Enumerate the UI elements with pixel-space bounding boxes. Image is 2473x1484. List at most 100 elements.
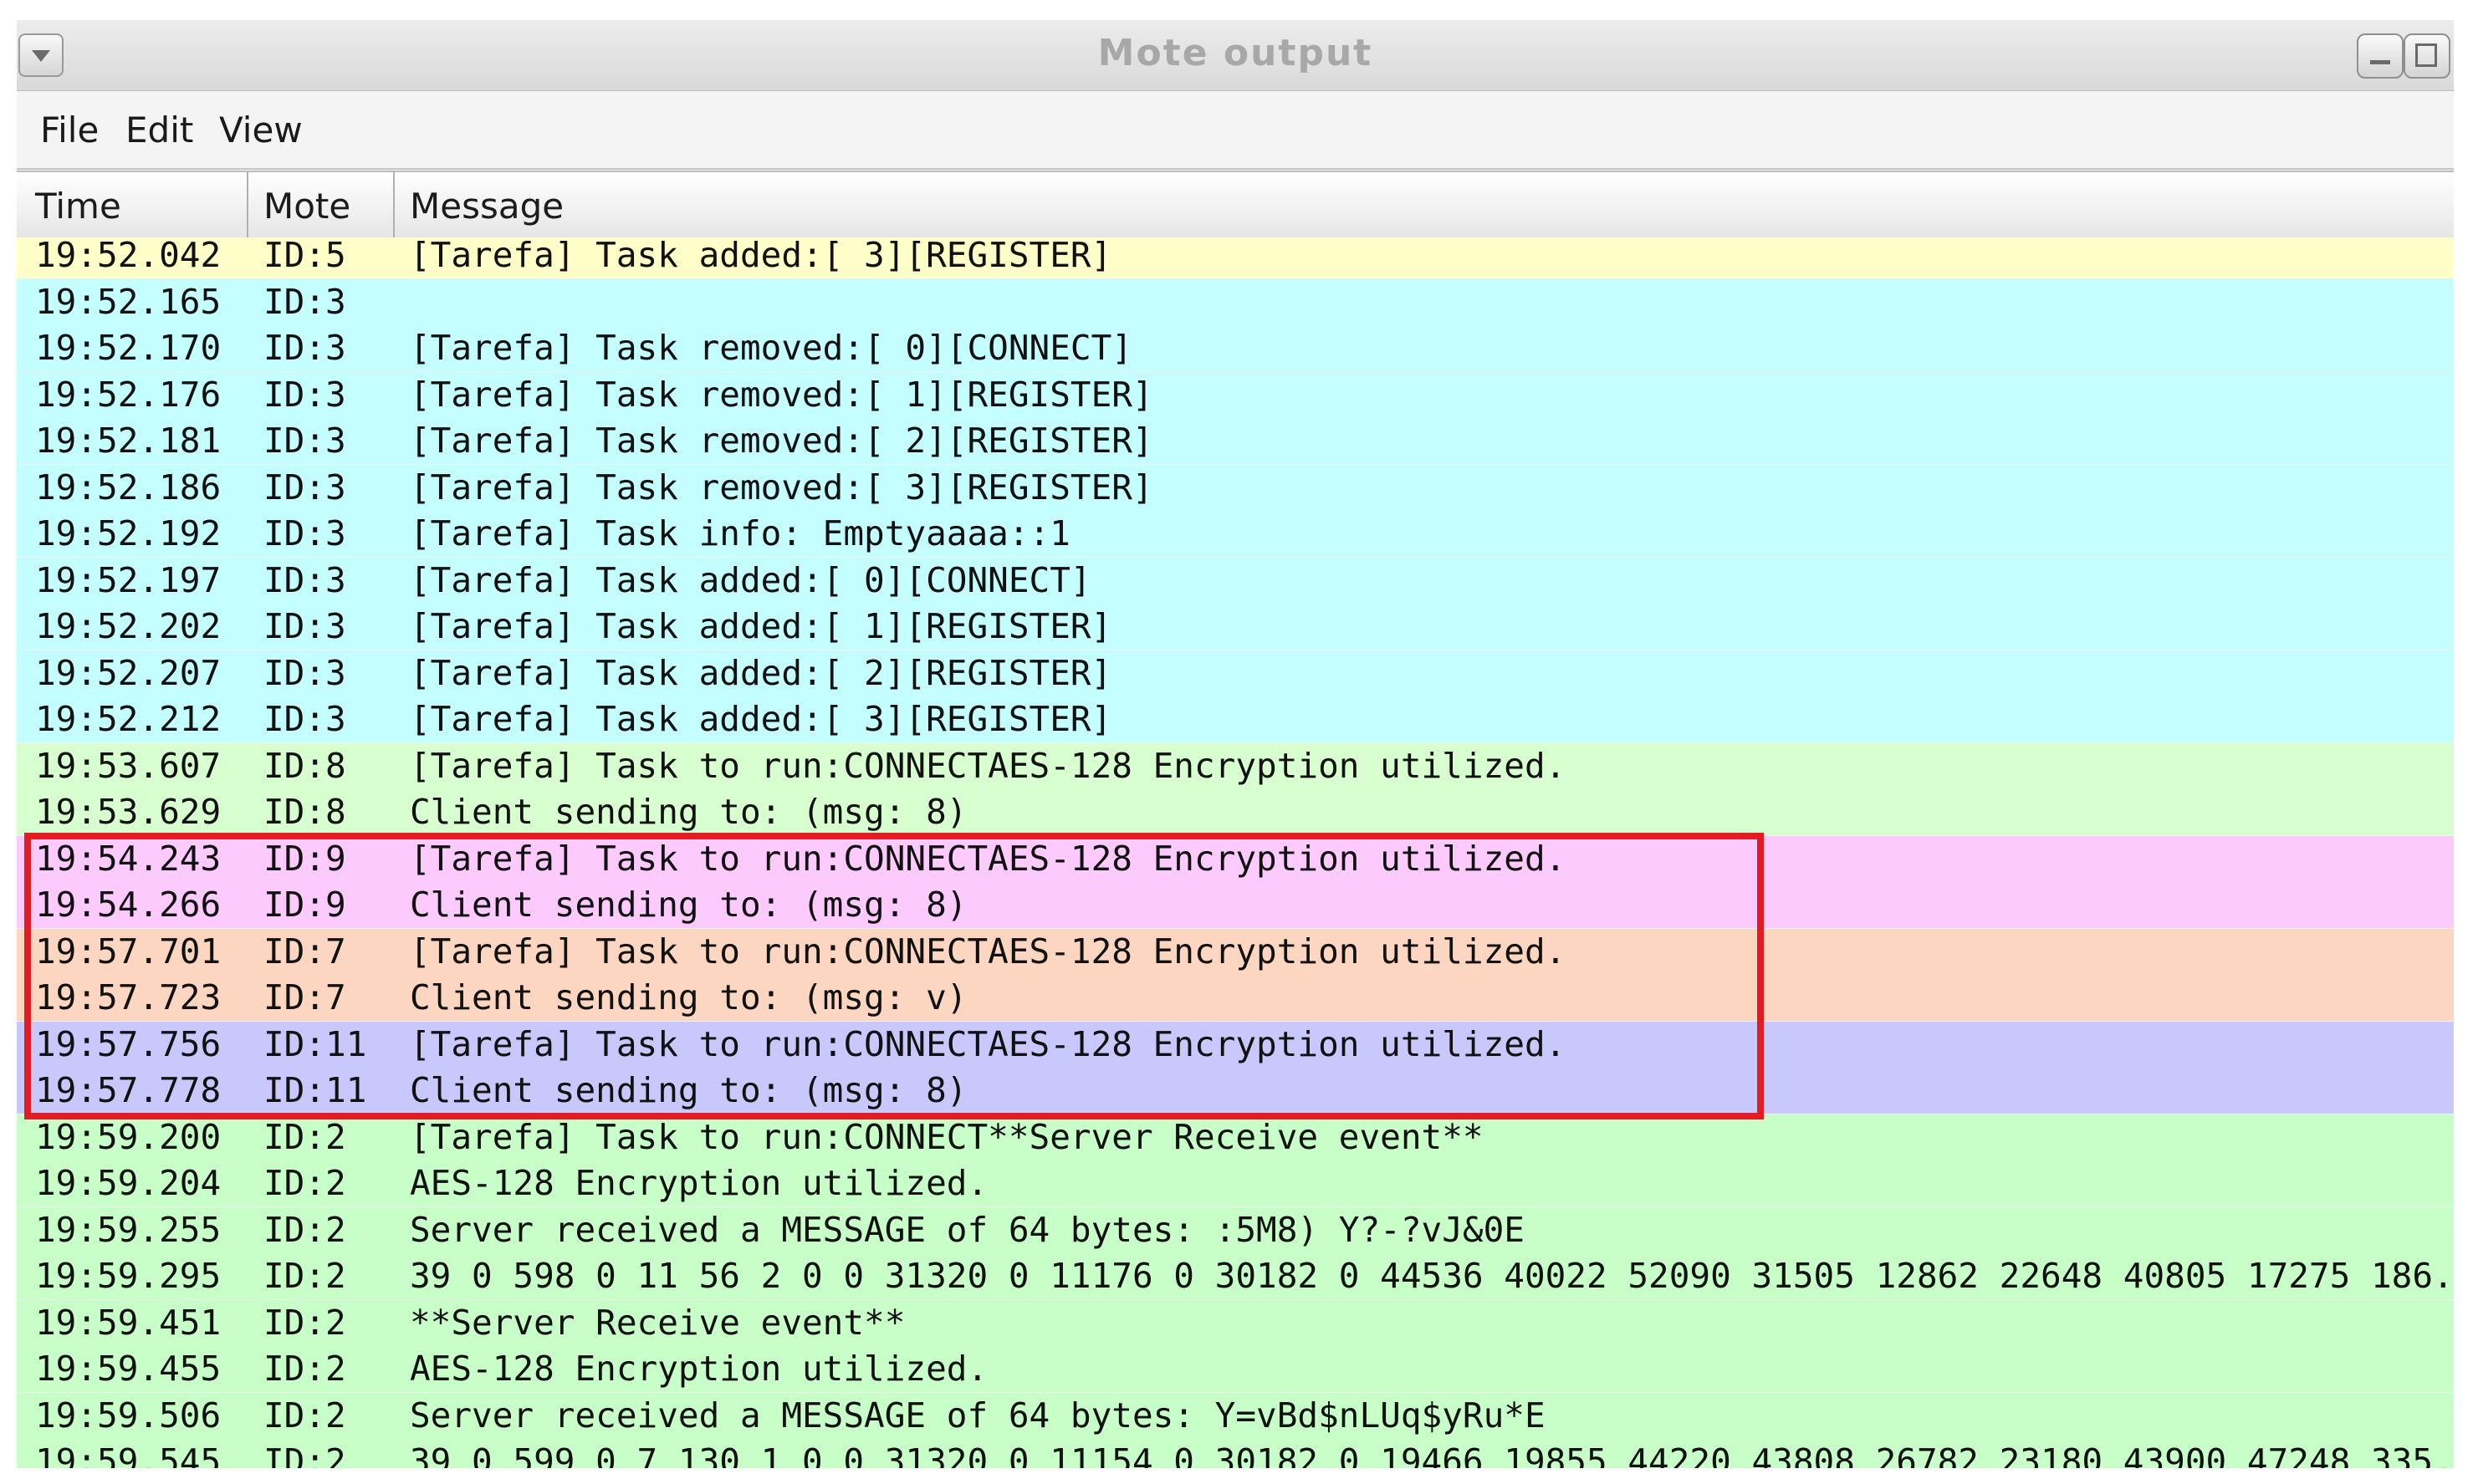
row-time: 19:59.451 <box>35 1302 222 1343</box>
table-row[interactable]: 19:52.170 ID:3 [Tarefa] Task removed:[ 0][… <box>17 325 2454 371</box>
menu-edit[interactable]: Edit <box>125 110 193 150</box>
row-message: [Tarefa] Task removed:[ 3][REGISTER] <box>410 467 1153 507</box>
row-message: [Tarefa] Task removed:[ 1][REGISTER] <box>410 374 1153 415</box>
table-row[interactable]: 19:52.192 ID:3 [Tarefa] Task info: Emptyaa… <box>17 511 2454 557</box>
row-message: AES-128 Encryption utilized. <box>410 1163 989 1203</box>
row-mote: ID:3 <box>263 513 346 553</box>
row-message: [Tarefa] Task info: Emptyaaaa::1 <box>410 513 1070 553</box>
table-row[interactable]: 19:52.197 ID:3 [Tarefa] Task added:[ 0][CO… <box>17 557 2454 604</box>
row-message: 39 0 598 0 11 56 2 0 0 31320 0 11176 0 3… <box>410 1256 2454 1296</box>
row-mote: ID:7 <box>263 931 346 971</box>
table-row[interactable]: 19:57.778 ID:11 Client sending to: (msg: 8… <box>17 1068 2454 1114</box>
table-row[interactable]: 19:52.202 ID:3 [Tarefa] Task added:[ 1][RE… <box>17 604 2454 650</box>
row-mote: ID:9 <box>263 838 346 879</box>
row-mote: ID:3 <box>263 699 346 739</box>
row-time: 19:52.042 <box>35 237 222 275</box>
table-row[interactable]: 19:54.243 ID:9 [Tarefa] Task to run:CONNEC… <box>17 835 2454 882</box>
minimize-button[interactable] <box>2357 33 2404 79</box>
row-message: Client sending to: (msg: 8) <box>410 1070 968 1110</box>
row-time: 19:52.165 <box>35 281 222 322</box>
row-mote: ID:2 <box>263 1256 346 1296</box>
table-row[interactable]: 19:59.204 ID:2 AES-128 Encryption utilized… <box>17 1160 2454 1206</box>
row-message: [Tarefa] Task added:[ 3][REGISTER] <box>410 237 1112 275</box>
table-row[interactable]: 19:59.255 ID:2 Server received a MESSAGE o… <box>17 1206 2454 1253</box>
row-mote: ID:9 <box>263 885 346 925</box>
table-row[interactable]: 19:52.042 ID:5 [Tarefa] Task added:[ 3][RE… <box>17 237 2454 278</box>
row-time: 19:52.192 <box>35 513 222 553</box>
table-row[interactable]: 19:53.607 ID:8 [Tarefa] Task to run:CONNEC… <box>17 742 2454 789</box>
row-mote: ID:2 <box>263 1302 346 1343</box>
table-row[interactable]: 19:59.200 ID:2 [Tarefa] Task to run:CONNEC… <box>17 1114 2454 1160</box>
row-mote: ID:2 <box>263 1209 346 1250</box>
row-mote: ID:2 <box>263 1441 346 1468</box>
row-time: 19:52.202 <box>35 606 222 646</box>
row-mote: ID:11 <box>263 1023 367 1064</box>
row-message: [Tarefa] Task to run:CONNECTAES-128 Encr… <box>410 1023 1566 1064</box>
table-row[interactable]: 19:52.181 ID:3 [Tarefa] Task removed:[ 2][… <box>17 418 2454 464</box>
minimize-icon <box>2370 60 2390 64</box>
table-row[interactable]: 19:59.295 ID:2 39 0 598 0 11 56 2 0 0 3132… <box>17 1253 2454 1299</box>
row-mote: ID:8 <box>263 792 346 832</box>
table-row[interactable]: 19:54.266 ID:9 Client sending to: (msg: 8) <box>17 882 2454 928</box>
column-header-mote[interactable]: Mote <box>263 186 350 227</box>
row-time: 19:52.197 <box>35 559 222 600</box>
row-time: 19:53.607 <box>35 745 222 786</box>
row-message: Client sending to: (msg: 8) <box>410 885 968 925</box>
table-row[interactable]: 19:52.165 ID:3 <box>17 278 2454 325</box>
row-mote: ID:2 <box>263 1163 346 1203</box>
table-row[interactable]: 19:59.451 ID:2 **Server Receive event** <box>17 1299 2454 1346</box>
window-title: Mote output <box>1097 32 1373 74</box>
mote-output-window: Mote output File Edit View Time Mote Mes… <box>17 20 2454 1468</box>
row-message: [Tarefa] Task removed:[ 2][REGISTER] <box>410 421 1153 461</box>
row-message: [Tarefa] Task removed:[ 0][CONNECT] <box>410 328 1132 368</box>
row-time: 19:57.778 <box>35 1070 222 1110</box>
row-message: [Tarefa] Task to run:CONNECTAES-128 Encr… <box>410 931 1566 971</box>
row-message: [Tarefa] Task added:[ 3][REGISTER] <box>410 699 1112 739</box>
table-row[interactable]: 19:59.455 ID:2 AES-128 Encryption utilized… <box>17 1346 2454 1392</box>
row-mote: ID:11 <box>263 1070 367 1110</box>
table-row[interactable]: 19:59.545 ID:2 39 0 599 0 7 130 1 0 0 3132… <box>17 1439 2454 1468</box>
title-bar[interactable]: Mote output <box>17 20 2454 91</box>
table-row[interactable]: 19:57.723 ID:7 Client sending to: (msg: v) <box>17 975 2454 1021</box>
column-divider[interactable] <box>247 172 248 237</box>
row-message: AES-128 Encryption utilized. <box>410 1349 989 1389</box>
log-table-body[interactable]: 19:52.042 ID:5 [Tarefa] Task added:[ 3][RE… <box>17 237 2454 1468</box>
table-header: Time Mote Message <box>17 171 2454 239</box>
row-time: 19:54.266 <box>35 885 222 925</box>
row-time: 19:53.629 <box>35 792 222 832</box>
table-row[interactable]: 19:52.186 ID:3 [Tarefa] Task removed:[ 3][… <box>17 464 2454 511</box>
row-time: 19:59.204 <box>35 1163 222 1203</box>
menu-bar: File Edit View <box>17 91 2454 170</box>
row-mote: ID:3 <box>263 467 346 507</box>
column-header-message[interactable]: Message <box>410 186 564 227</box>
table-row[interactable]: 19:57.701 ID:7 [Tarefa] Task to run:CONNEC… <box>17 928 2454 975</box>
maximize-icon <box>2415 43 2437 67</box>
row-mote: ID:3 <box>263 559 346 600</box>
row-mote: ID:7 <box>263 977 346 1017</box>
row-time: 19:52.207 <box>35 652 222 693</box>
table-row[interactable]: 19:57.756 ID:11 [Tarefa] Task to run:CONNE… <box>17 1021 2454 1068</box>
row-message: [Tarefa] Task added:[ 2][REGISTER] <box>410 652 1112 693</box>
table-row[interactable]: 19:53.629 ID:8 Client sending to: (msg: 8) <box>17 789 2454 835</box>
table-row[interactable]: 19:59.506 ID:2 Server received a MESSAGE o… <box>17 1392 2454 1439</box>
table-row[interactable]: 19:52.176 ID:3 [Tarefa] Task removed:[ 1][… <box>17 371 2454 418</box>
row-message: [Tarefa] Task to run:CONNECTAES-128 Encr… <box>410 838 1566 879</box>
row-message: [Tarefa] Task to run:CONNECT**Server Rec… <box>410 1116 1484 1157</box>
maximize-button[interactable] <box>2404 33 2450 79</box>
row-message: Client sending to: (msg: 8) <box>410 792 968 832</box>
menu-view[interactable]: View <box>219 110 303 150</box>
row-mote: ID:5 <box>263 237 346 275</box>
column-divider[interactable] <box>393 172 395 237</box>
row-message: **Server Receive event** <box>410 1302 906 1343</box>
row-mote: ID:3 <box>263 606 346 646</box>
column-header-time[interactable]: Time <box>35 186 121 227</box>
menu-file[interactable]: File <box>40 110 99 150</box>
row-time: 19:57.701 <box>35 931 222 971</box>
table-row[interactable]: 19:52.207 ID:3 [Tarefa] Task added:[ 2][RE… <box>17 650 2454 696</box>
row-mote: ID:3 <box>263 421 346 461</box>
row-time: 19:59.200 <box>35 1116 222 1157</box>
row-time: 19:59.455 <box>35 1349 222 1389</box>
row-mote: ID:3 <box>263 328 346 368</box>
row-message: [Tarefa] Task added:[ 1][REGISTER] <box>410 606 1112 646</box>
table-row[interactable]: 19:52.212 ID:3 [Tarefa] Task added:[ 3][RE… <box>17 696 2454 742</box>
